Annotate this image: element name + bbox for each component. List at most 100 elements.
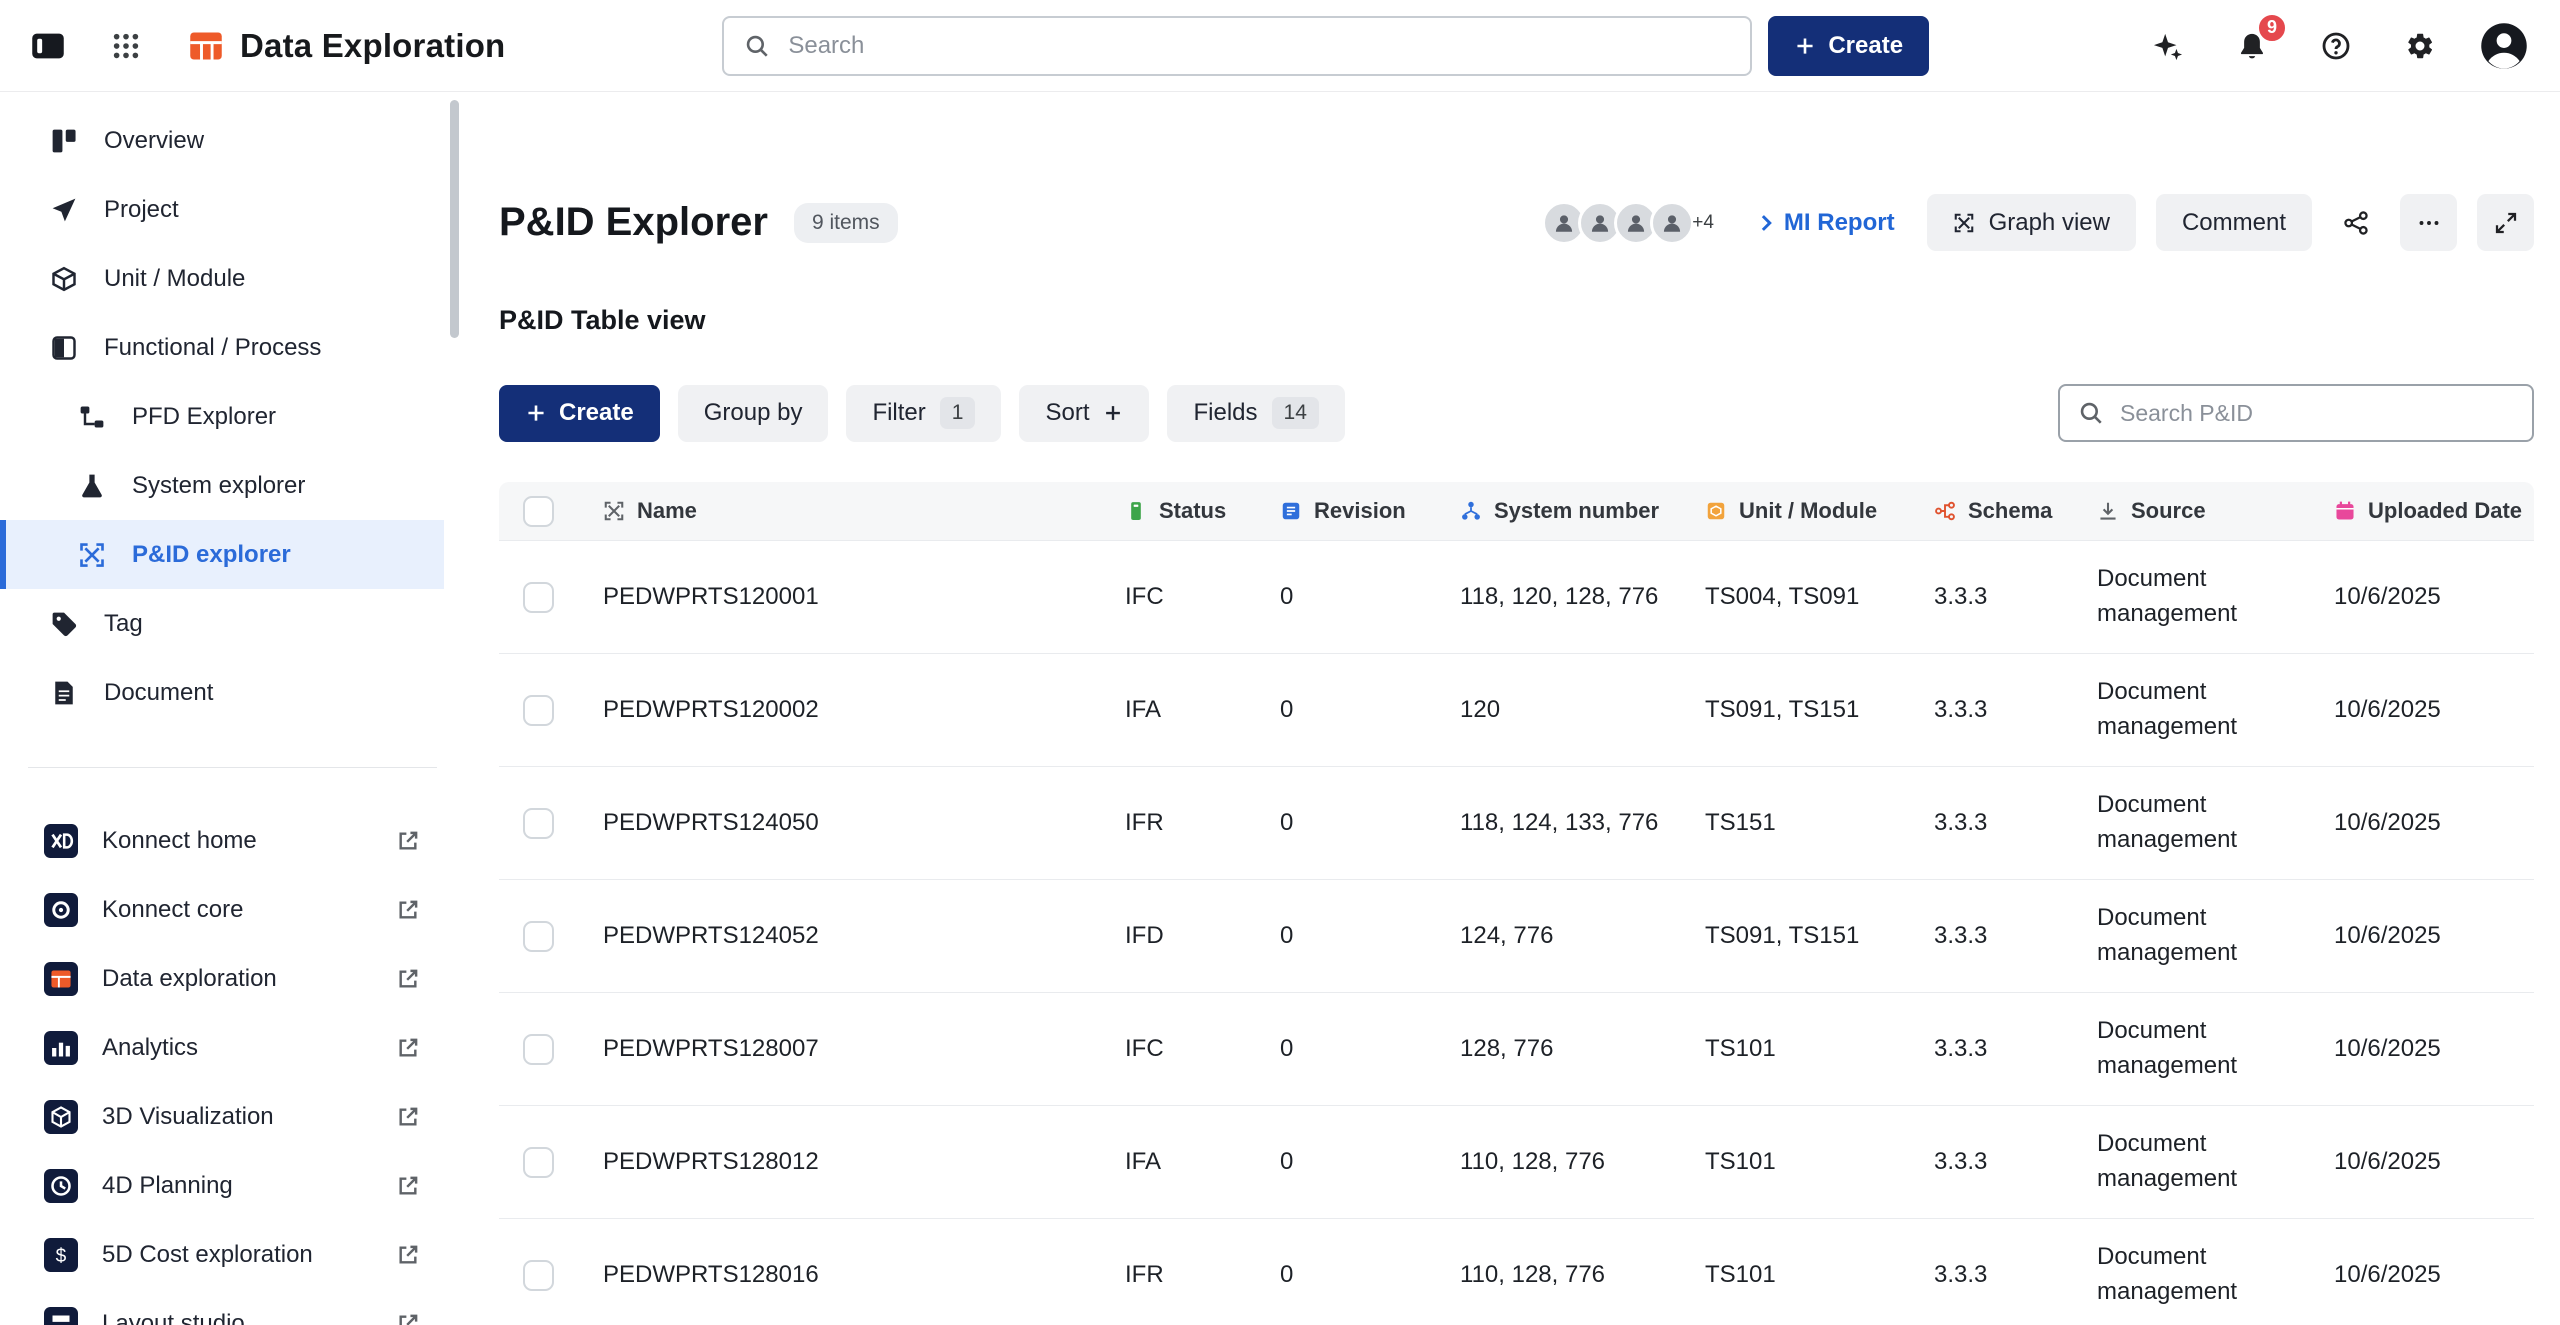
sidebar-item[interactable]: Functional / Process <box>0 313 444 382</box>
row-checkbox[interactable] <box>523 921 554 952</box>
expand-button[interactable] <box>2477 194 2534 251</box>
row-checkbox[interactable] <box>523 582 554 613</box>
sidebar-scrollbar[interactable] <box>450 100 459 338</box>
cell-unit-module: TS091, TS151 <box>1689 654 1918 767</box>
table-row[interactable]: PEDWPRTS124050 IFR 0 118, 124, 133, 776 … <box>499 767 2534 880</box>
account-button[interactable] <box>2482 24 2526 68</box>
create-button-table[interactable]: Create <box>499 385 660 442</box>
row-checkbox[interactable] <box>523 695 554 726</box>
select-all-checkbox[interactable] <box>523 496 554 527</box>
sidebar-external-link[interactable]: $ 5D Cost exploration <box>0 1220 465 1289</box>
col-header-revision[interactable]: Revision <box>1264 482 1444 541</box>
external-link-label: Analytics <box>102 1034 198 1062</box>
cell-name[interactable]: PEDWPRTS120002 <box>587 654 1109 767</box>
cell-name[interactable]: PEDWPRTS128007 <box>587 993 1109 1106</box>
row-checkbox[interactable] <box>523 1034 554 1065</box>
table-row[interactable]: PEDWPRTS124052 IFD 0 124, 776 TS091, TS1… <box>499 880 2534 993</box>
planning-4d-app-icon <box>44 1169 78 1203</box>
app-launcher-button[interactable] <box>104 24 148 68</box>
cell-uploaded-date: 10/6/2025 <box>2318 880 2534 993</box>
sidebar-item[interactable]: PFD Explorer <box>0 382 444 451</box>
global-search[interactable] <box>722 16 1752 76</box>
sidebar-toggle-button[interactable] <box>26 24 70 68</box>
chevron-right-icon <box>1756 213 1776 233</box>
apps-grid-icon <box>111 31 141 61</box>
row-checkbox[interactable] <box>523 808 554 839</box>
col-header-name[interactable]: Name <box>587 482 1109 541</box>
col-header-schema[interactable]: Schema <box>1918 482 2081 541</box>
table-search-input[interactable] <box>2118 399 2514 428</box>
cell-source: Document management <box>2081 1219 2318 1325</box>
sidebar-item-label: Tag <box>104 610 143 638</box>
more-options-button[interactable] <box>2400 194 2457 251</box>
graph-view-button[interactable]: Graph view <box>1927 194 2136 251</box>
col-header-system-number[interactable]: System number <box>1444 482 1689 541</box>
external-link-label: 4D Planning <box>102 1172 233 1200</box>
avatar-overflow-count: +4 <box>1692 212 1714 234</box>
table-row[interactable]: PEDWPRTS128007 IFC 0 128, 776 TS101 3.3.… <box>499 993 2534 1106</box>
share-button[interactable] <box>2332 199 2380 247</box>
row-checkbox[interactable] <box>523 1260 554 1291</box>
sidebar-external-link[interactable]: Konnect core <box>0 875 465 944</box>
create-button-topbar[interactable]: Create <box>1768 16 1929 76</box>
topbar: Data Exploration Create 9 <box>0 0 2560 92</box>
table-row[interactable]: PEDWPRTS128016 IFR 0 110, 128, 776 TS101… <box>499 1219 2534 1325</box>
collaborator-avatars[interactable]: +4 <box>1542 201 1714 245</box>
external-link-icon <box>395 1311 421 1325</box>
external-link-icon <box>395 1104 421 1130</box>
col-header-uploaded-date[interactable]: Uploaded Date <box>2318 482 2534 541</box>
table-search[interactable] <box>2058 384 2534 442</box>
sidebar-item[interactable]: Tag <box>0 589 444 658</box>
group-by-button[interactable]: Group by <box>678 385 829 442</box>
sidebar-item[interactable]: P&ID explorer <box>0 520 444 589</box>
sidebar-external-link[interactable]: Analytics <box>0 1013 465 1082</box>
cell-system-number: 118, 124, 133, 776 <box>1444 767 1689 880</box>
ai-assistant-button[interactable] <box>2146 24 2190 68</box>
col-header-status[interactable]: Status <box>1109 482 1264 541</box>
fields-button[interactable]: Fields 14 <box>1167 385 1344 442</box>
sidebar-item[interactable]: Document <box>0 658 444 727</box>
cell-name[interactable]: PEDWPRTS120001 <box>587 541 1109 654</box>
sort-button[interactable]: Sort <box>1019 385 1149 442</box>
settings-button[interactable] <box>2398 24 2442 68</box>
cell-name[interactable]: PEDWPRTS124050 <box>587 767 1109 880</box>
sidebar-external-link[interactable]: 3D Visualization <box>0 1082 465 1151</box>
sidebar-item[interactable]: Unit / Module <box>0 244 444 313</box>
help-icon <box>2321 31 2351 61</box>
help-button[interactable] <box>2314 24 2358 68</box>
notifications-button[interactable]: 9 <box>2230 24 2274 68</box>
data-exploration-app-icon <box>44 962 78 996</box>
comment-button[interactable]: Comment <box>2156 194 2312 251</box>
table-row[interactable]: PEDWPRTS120001 IFC 0 118, 120, 128, 776 … <box>499 541 2534 654</box>
unit-module-col-icon <box>1705 500 1727 522</box>
external-link-icon <box>395 966 421 992</box>
cell-unit-module: TS101 <box>1689 1106 1918 1219</box>
external-link-label: Layout studio <box>102 1310 245 1325</box>
cell-status: IFC <box>1109 993 1264 1106</box>
person-icon <box>1624 211 1648 235</box>
table-row[interactable]: PEDWPRTS128012 IFA 0 110, 128, 776 TS101… <box>499 1106 2534 1219</box>
sidebar-external-link[interactable]: Data exploration <box>0 944 465 1013</box>
sidebar-external-link[interactable]: Layout studio <box>0 1289 465 1325</box>
row-checkbox[interactable] <box>523 1147 554 1178</box>
cell-name[interactable]: PEDWPRTS124052 <box>587 880 1109 993</box>
col-header-unit-module[interactable]: Unit / Module <box>1689 482 1918 541</box>
topbar-right: 9 <box>2146 24 2526 68</box>
col-header-source[interactable]: Source <box>2081 482 2318 541</box>
cell-unit-module: TS004, TS091 <box>1689 541 1918 654</box>
filter-button[interactable]: Filter 1 <box>846 385 1001 442</box>
global-search-input[interactable] <box>786 31 1730 61</box>
table-row[interactable]: PEDWPRTS120002 IFA 0 120 TS091, TS151 3.… <box>499 654 2534 767</box>
sidebar-external-link[interactable]: 4D Planning <box>0 1151 465 1220</box>
cell-schema: 3.3.3 <box>1918 1106 2081 1219</box>
cell-uploaded-date: 10/6/2025 <box>2318 1219 2534 1325</box>
sidebar-external-link[interactable]: Konnect home <box>0 806 465 875</box>
sidebar-item[interactable]: Project <box>0 175 444 244</box>
cell-name[interactable]: PEDWPRTS128012 <box>587 1106 1109 1219</box>
sidebar-item[interactable]: System explorer <box>0 451 444 520</box>
person-icon <box>1552 211 1576 235</box>
mi-report-link[interactable]: MI Report <box>1756 209 1895 237</box>
cell-name[interactable]: PEDWPRTS128016 <box>587 1219 1109 1325</box>
expand-icon <box>2494 211 2518 235</box>
sidebar-item[interactable]: Overview <box>0 106 444 175</box>
